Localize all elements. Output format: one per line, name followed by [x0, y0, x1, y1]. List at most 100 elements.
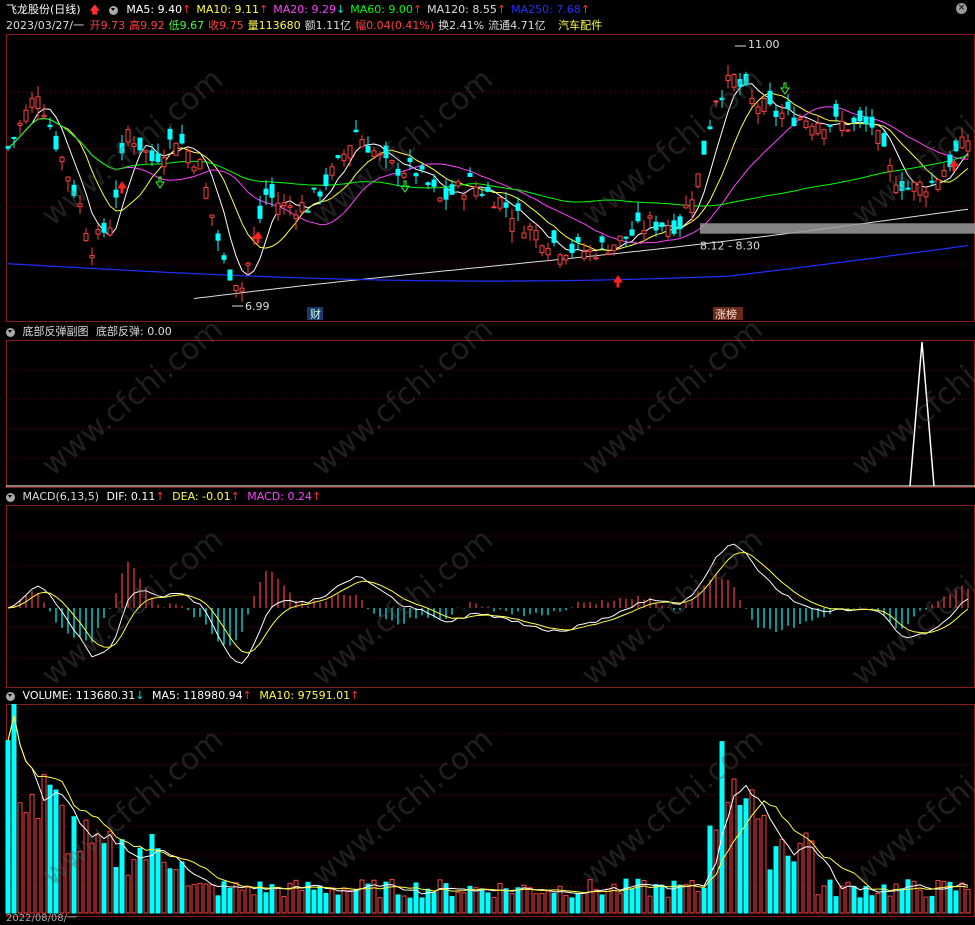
candle-body: [497, 197, 503, 209]
up-arrow-icon: ↑: [230, 490, 240, 503]
candle-body: [911, 181, 917, 192]
candle-body: [617, 235, 623, 242]
volume-bar: [383, 881, 389, 914]
volume-bar: [215, 895, 221, 914]
candle-body: [647, 215, 653, 219]
candle-body: [539, 245, 545, 253]
candle-body: [413, 173, 419, 177]
candlestick-chart[interactable]: 8.12 - 8.30 11.00 6.99 财 涨榜: [0, 34, 975, 322]
candle-body: [353, 129, 359, 133]
candle-body: [659, 222, 665, 227]
chevron-down-icon[interactable]: [6, 327, 15, 337]
pane-border: [6, 340, 975, 488]
volume-bar: [455, 891, 461, 914]
candle-body: [53, 135, 59, 150]
volume-bar: [143, 859, 149, 914]
price-range-band: [700, 223, 975, 234]
volume-bar: [803, 832, 809, 914]
candle-body: [293, 214, 299, 219]
volume-chart[interactable]: [0, 704, 975, 917]
candle-body: [491, 206, 497, 209]
close-icon[interactable]: ×: [956, 3, 967, 14]
up-arrow-icon: ↑: [259, 3, 269, 16]
candle-body: [119, 143, 125, 154]
candle-body: [23, 109, 29, 122]
volume-bar: [347, 889, 353, 914]
volume-bar: [245, 886, 251, 914]
candle-body: [185, 150, 191, 164]
candle-body: [677, 216, 683, 230]
rebound-spike: [909, 341, 935, 487]
volume-bar: [191, 884, 197, 914]
candle-body: [83, 233, 89, 242]
candle-body: [479, 193, 485, 196]
chevron-down-icon[interactable]: [108, 5, 118, 15]
volume-bar: [443, 883, 449, 914]
volume-bar: [293, 879, 299, 914]
candle-body: [935, 179, 941, 191]
candle-body: [689, 199, 695, 214]
volume-bar: [767, 869, 773, 914]
candle-body: [383, 145, 389, 159]
candle-body: [785, 101, 791, 110]
quote-value: 113680: [258, 19, 301, 32]
stock-name[interactable]: 飞龙股份(日线): [6, 3, 81, 16]
quote-value: 2.41%: [449, 19, 485, 32]
volume-bar: [59, 804, 65, 914]
candle-body: [377, 153, 383, 156]
candle-body: [749, 97, 755, 105]
volume-bar: [71, 816, 77, 914]
ma-legend-item: MA250: 7.68: [511, 3, 581, 16]
quote-key: 高: [129, 19, 141, 32]
candle-body: [41, 114, 47, 118]
candle-body: [665, 225, 671, 237]
finance-tag[interactable]: 财: [310, 307, 321, 321]
limit-up-tag[interactable]: 涨榜: [715, 307, 737, 321]
volume-bar: [773, 846, 779, 914]
candle-body: [77, 203, 83, 207]
candle-body: [803, 120, 809, 129]
candle-body: [191, 166, 197, 172]
quote-key: 换: [438, 19, 450, 32]
candle-body: [341, 153, 347, 162]
candle-body: [839, 120, 845, 132]
volume-bar: [125, 874, 131, 914]
chevron-down-icon[interactable]: [6, 492, 15, 502]
candle-body: [5, 146, 11, 149]
volume-bar: [851, 886, 857, 914]
volume-bar: [707, 825, 713, 914]
candle-body: [137, 137, 143, 151]
volume-bar: [647, 895, 653, 914]
header-line-1: 飞龙股份(日线) 🡅 MA5: 9.40↑ MA10: 9.11↑ MA20: 9.…: [6, 2, 600, 18]
volume-bar: [317, 885, 323, 914]
candle-body: [587, 249, 593, 253]
up-arrow-icon: ↑: [182, 3, 192, 16]
sector-label[interactable]: 汽车配件: [558, 19, 602, 32]
volume-bar: [779, 839, 785, 914]
volume-ma10: MA10: 97591.01: [259, 689, 351, 702]
up-arrow-icon: ↑: [412, 3, 423, 16]
volume-bar: [599, 894, 605, 914]
volume-bar: [923, 896, 929, 914]
macd-chart[interactable]: [0, 505, 975, 688]
chevron-down-icon[interactable]: [6, 691, 15, 701]
candle-body: [347, 145, 353, 159]
bottom-rebound-chart[interactable]: [0, 340, 975, 488]
candle-body: [209, 214, 215, 218]
candle-body: [683, 204, 689, 209]
volume-bar: [617, 892, 623, 914]
volume-bar: [743, 798, 749, 914]
quote-value: 0.04(0.41%): [366, 19, 435, 32]
volume-bar: [653, 884, 659, 914]
candle-body: [833, 103, 839, 117]
quote-value: 9.73: [100, 19, 126, 32]
candle-body: [107, 227, 113, 236]
volume-bar: [821, 885, 827, 914]
candle-body: [149, 150, 155, 162]
volume-bar: [101, 842, 107, 914]
up-arrow-icon: ↑: [242, 689, 252, 702]
volume-bar: [875, 892, 881, 914]
down-arrow-icon: ↓: [135, 689, 145, 702]
volume-bar: [95, 834, 101, 914]
candle-body: [233, 285, 239, 292]
